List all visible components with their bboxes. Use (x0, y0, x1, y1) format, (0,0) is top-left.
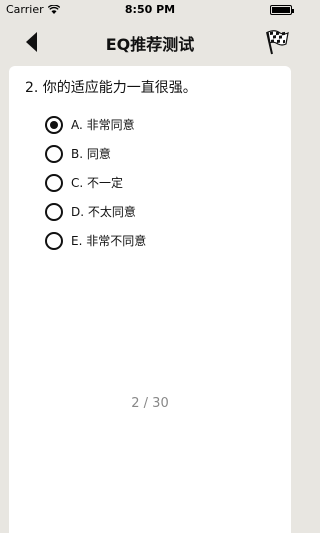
page-counter: 2 / 30 (131, 396, 169, 411)
question-text: 2. 你的适应能力一直很强。 (25, 80, 197, 96)
radio-button[interactable] (45, 202, 63, 221)
finish-button[interactable] (260, 26, 292, 58)
option-b[interactable]: B. 同意 (45, 139, 146, 168)
status-bar: Carrier 8:50 PM (0, 0, 300, 20)
radio-button[interactable] (45, 144, 63, 163)
option-a[interactable]: A. 非常同意 (45, 110, 146, 139)
checkered-flag-icon (266, 30, 289, 55)
option-d[interactable]: D. 不太同意 (45, 197, 146, 226)
option-label: D. 不太同意 (71, 205, 136, 219)
option-label: E. 非常不同意 (71, 234, 147, 248)
radio-button[interactable] (45, 231, 63, 250)
option-label: C. 不一定 (71, 176, 124, 190)
battery-icon (270, 5, 294, 15)
option-label: B. 同意 (71, 147, 111, 161)
navigation-bar: EQ推荐测试 (0, 20, 300, 64)
option-e[interactable]: E. 非常不同意 (45, 226, 146, 255)
question-card: 2. 你的适应能力一直很强。 A. 非常同意 B. 同意 C. 不一定 D. 不… (9, 66, 291, 533)
options-list: A. 非常同意 B. 同意 C. 不一定 D. 不太同意 E. 非常不同意 (45, 110, 146, 255)
radio-button[interactable] (45, 173, 63, 192)
radio-button[interactable] (45, 115, 63, 134)
page-title: EQ推荐测试 (105, 35, 195, 54)
status-time: 8:50 PM (124, 3, 176, 16)
option-c[interactable]: C. 不一定 (45, 168, 146, 197)
option-label: A. 非常同意 (71, 118, 135, 132)
